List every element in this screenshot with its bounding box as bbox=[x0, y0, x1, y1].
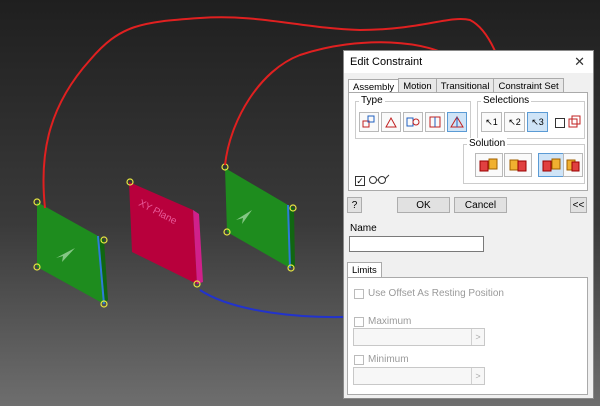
selection-3-button[interactable]: ↖ 3 bbox=[527, 112, 548, 132]
tangent-icon bbox=[406, 117, 420, 127]
preview-checkbox[interactable]: ✓ bbox=[355, 176, 365, 186]
expand-collapse-button[interactable]: << bbox=[570, 197, 587, 213]
assembly-panel: Type Selections ↖ 1 ↖ 2 ↖ 3 Solution ✓ bbox=[348, 92, 588, 191]
solution-flip-icon bbox=[542, 158, 561, 172]
help-button[interactable]: ? bbox=[347, 197, 362, 213]
selection-2-button[interactable]: ↖ 2 bbox=[504, 112, 525, 132]
selection-1-button[interactable]: ↖ 1 bbox=[481, 112, 502, 132]
symmetry-icon bbox=[450, 116, 464, 128]
angle-constraint-button[interactable] bbox=[381, 112, 401, 132]
type-label: Type bbox=[359, 95, 385, 106]
edit-constraint-dialog: Edit Constraint ✕ Assembly Motion Transi… bbox=[343, 50, 594, 399]
first-selection-checkbox[interactable] bbox=[555, 118, 565, 128]
selection-1-label: 1 bbox=[492, 117, 498, 127]
close-icon[interactable]: ✕ bbox=[574, 54, 585, 70]
maximum-checkbox[interactable] bbox=[354, 317, 364, 327]
selections-label: Selections bbox=[481, 95, 532, 106]
glasses-icon[interactable] bbox=[368, 173, 390, 188]
solution-aligned-icon bbox=[509, 159, 527, 172]
angle-icon bbox=[385, 116, 397, 128]
name-label: Name bbox=[350, 223, 377, 234]
symmetry-constraint-button[interactable] bbox=[447, 112, 467, 132]
maximum-input[interactable]: > bbox=[353, 328, 485, 346]
maximum-label: Maximum bbox=[368, 316, 412, 327]
minimum-label: Minimum bbox=[368, 354, 409, 365]
dialog-titlebar[interactable]: Edit Constraint ✕ bbox=[344, 51, 593, 73]
insert-constraint-button[interactable] bbox=[425, 112, 445, 132]
insert-icon bbox=[429, 116, 441, 128]
maximum-spin-arrow[interactable]: > bbox=[471, 329, 484, 345]
solution-mirror-icon bbox=[566, 159, 580, 172]
name-input[interactable] bbox=[349, 236, 484, 252]
arrow-pointer-icon: ↖ bbox=[531, 116, 539, 127]
selection-2-label: 2 bbox=[515, 117, 521, 127]
solution-flip-button[interactable] bbox=[538, 153, 566, 177]
help-icon: ? bbox=[351, 199, 358, 211]
use-offset-label: Use Offset As Resting Position bbox=[368, 288, 504, 299]
solution-mirror-button[interactable] bbox=[563, 153, 583, 177]
cube-selection-icon[interactable] bbox=[568, 115, 582, 132]
mate-icon bbox=[362, 115, 375, 128]
cancel-button[interactable]: Cancel bbox=[454, 197, 507, 213]
dialog-title: Edit Constraint bbox=[350, 56, 423, 68]
solution-opposed-icon bbox=[479, 158, 498, 172]
use-offset-checkbox[interactable] bbox=[354, 289, 364, 299]
solution-aligned-button[interactable] bbox=[504, 153, 532, 177]
minimum-checkbox[interactable] bbox=[354, 355, 364, 365]
arrow-pointer-icon: ↖ bbox=[485, 116, 493, 127]
minimum-input[interactable]: > bbox=[353, 367, 485, 385]
arrow-pointer-icon: ↖ bbox=[508, 116, 516, 127]
minimum-spin-arrow[interactable]: > bbox=[471, 368, 484, 384]
mate-constraint-button[interactable] bbox=[359, 112, 379, 132]
right-green-plane[interactable] bbox=[225, 168, 295, 269]
tangent-constraint-button[interactable] bbox=[403, 112, 423, 132]
limits-panel: Use Offset As Resting Position Maximum >… bbox=[347, 277, 588, 395]
tab-limits[interactable]: Limits bbox=[347, 262, 382, 278]
ok-button[interactable]: OK bbox=[397, 197, 450, 213]
left-green-plane[interactable] bbox=[37, 202, 108, 305]
solution-opposed-button[interactable] bbox=[475, 153, 503, 177]
selection-3-label: 3 bbox=[538, 117, 544, 127]
middle-xy-plane[interactable]: XY Plane bbox=[129, 182, 203, 284]
solution-label: Solution bbox=[467, 138, 508, 149]
